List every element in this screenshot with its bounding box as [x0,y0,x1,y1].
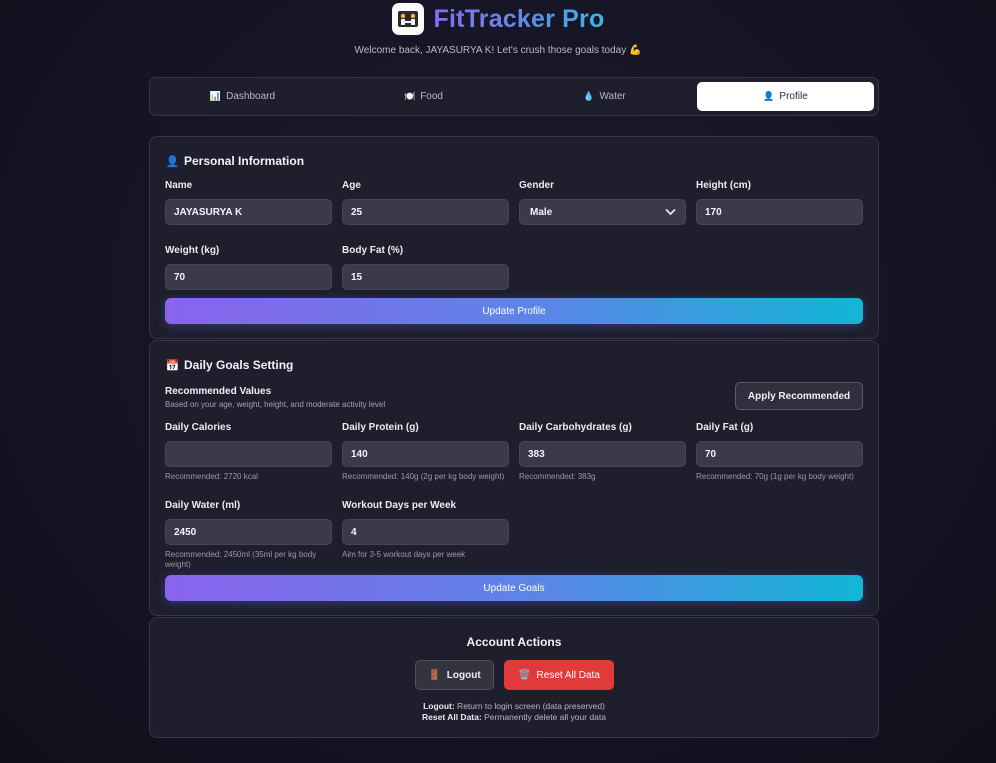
age-field-group: Age [342,180,509,225]
recommended-values-title: Recommended Values [165,386,272,397]
gender-select[interactable]: Male [519,199,686,225]
workout-input[interactable] [342,519,509,545]
reset-note-text: Permanently delete all your data [481,712,606,722]
name-input[interactable] [165,199,332,225]
carbs-label: Daily Carbohydrates (g) [519,422,632,433]
welcome-message: Welcome back, JAYASURYA K! Let's crush t… [354,45,642,56]
water-label: Daily Water (ml) [165,500,241,511]
protein-label: Daily Protein (g) [342,422,419,433]
reset-note-label: Reset All Data: [422,712,482,722]
protein-hint: Recommended: 140g (2g per kg body weight… [342,472,505,481]
app-header: FitTracker Pro Welcome back, JAYASURYA K… [0,0,996,56]
fat-field-group: Daily Fat (g) Recommended: 70g (1g per k… [696,422,863,482]
account-actions-card: Account Actions 🚪 Logout 🗑️ Reset All Da… [149,617,879,738]
protein-input[interactable] [342,441,509,467]
workout-label: Workout Days per Week [342,500,457,511]
fittracker-page: FitTracker Pro Welcome back, JAYASURYA K… [0,0,996,763]
age-label: Age [342,180,361,191]
reset-note: Reset All Data: Permanently delete all y… [150,712,878,722]
workout-hint: Aim for 3-5 workout days per week [342,550,466,559]
account-actions-title: Account Actions [466,635,562,649]
bodyfat-field-group: Body Fat (%) [342,245,509,290]
chart-icon: 📊 [209,91,222,101]
calories-field-group: Daily Calories Recommended: 2720 kcal [165,422,332,482]
droplet-icon: 💧 [583,91,595,101]
protein-field-group: Daily Protein (g) Recommended: 140g (2g … [342,422,509,482]
update-profile-button[interactable]: Update Profile [165,298,863,324]
chevron-down-icon [665,209,676,216]
app-title: FitTracker Pro [434,2,605,36]
tab-label: Food [420,91,443,102]
tab-water[interactable]: 💧 Water [516,82,693,111]
section-title: 📅 Daily Goals Setting [165,358,294,372]
section-title: 👤 Personal Information [166,154,304,168]
tab-label: Dashboard [226,91,276,102]
tab-label: Water [599,91,626,102]
fat-hint: Recommended: 70g (1g per kg body weight) [696,472,854,481]
water-input[interactable] [165,519,332,545]
brand: FitTracker Pro [0,0,996,36]
apply-recommended-button[interactable]: Apply Recommended [735,382,863,410]
tab-food[interactable]: 🍽️ Food [335,82,512,111]
name-field-group: Name [165,180,332,225]
update-goals-button[interactable]: Update Goals [165,575,863,601]
height-field-group: Height (cm) [696,180,863,225]
dumbbell-logo-icon [391,3,424,35]
weight-label: Weight (kg) [165,245,220,256]
logout-label: Logout [446,669,481,681]
water-hint: Recommended: 2450ml (35ml per kg body we… [165,550,317,569]
height-label: Height (cm) [696,180,751,191]
logout-note-label: Logout: [423,701,455,711]
door-icon: 🚪 [428,669,441,681]
logout-button[interactable]: 🚪 Logout [415,660,494,690]
logout-note-text: Return to login screen (data preserved) [454,701,605,711]
bodyfat-input[interactable] [342,264,509,290]
carbs-hint: Recommended: 383g [519,472,596,481]
reset-label: Reset All Data [536,669,600,681]
fat-label: Daily Fat (g) [696,422,754,433]
calories-label: Daily Calories [165,422,232,433]
plate-icon: 🍽️ [403,91,416,101]
weight-field-group: Weight (kg) [165,245,332,290]
bodyfat-label: Body Fat (%) [342,245,404,256]
reset-all-data-button[interactable]: 🗑️ Reset All Data [504,660,614,690]
logout-note: Logout: Return to login screen (data pre… [150,701,878,711]
daily-goals-card: 📅 Daily Goals Setting Recommended Values… [149,340,879,616]
user-icon: 👤 [763,91,775,101]
age-input[interactable] [342,199,509,225]
calories-input[interactable] [165,441,332,467]
tab-dashboard[interactable]: 📊 Dashboard [154,82,331,111]
workout-field-group: Workout Days per Week Aim for 3-5 workou… [342,500,509,560]
carbs-field-group: Daily Carbohydrates (g) Recommended: 383… [519,422,686,482]
gender-field-group: Gender Male [519,180,686,225]
weight-input[interactable] [165,264,332,290]
calories-hint: Recommended: 2720 kcal [165,472,258,481]
fat-input[interactable] [696,441,863,467]
recommended-values-subtitle: Based on your age, weight, height, and m… [165,400,386,409]
water-field-group: Daily Water (ml) Recommended: 2450ml (35… [165,500,332,570]
trash-icon: 🗑️ [518,669,531,681]
name-label: Name [165,180,193,191]
tab-profile[interactable]: 👤 Profile [697,82,874,111]
height-input[interactable] [696,199,863,225]
section-title-text: Personal Information [184,154,305,168]
gender-label: Gender [519,180,555,191]
user-icon: 👤 [165,155,180,168]
main-tabs: 📊 Dashboard 🍽️ Food 💧 Water 👤 Profile [149,77,879,116]
personal-information-card: 👤 Personal Information Name Age Gender M… [149,136,879,339]
section-title-text: Daily Goals Setting [184,358,294,372]
gender-selected-value: Male [519,199,686,225]
carbs-input[interactable] [519,441,686,467]
tab-label: Profile [779,91,808,102]
calendar-icon: 📅 [165,359,180,372]
